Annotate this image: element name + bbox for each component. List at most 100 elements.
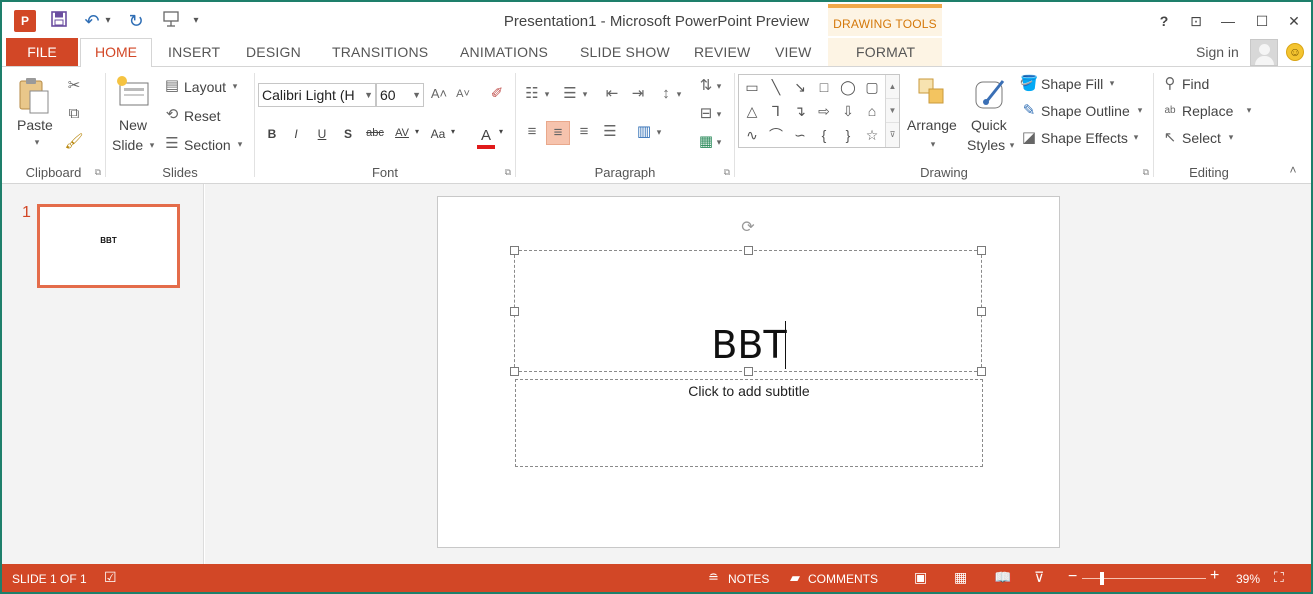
right-brace-shape-icon[interactable]: }: [837, 124, 859, 146]
rectangle-shape-icon[interactable]: □: [813, 76, 835, 98]
comments-button[interactable]: COMMENTS: [808, 572, 878, 586]
shape-outline-dropdown-icon[interactable]: ▾: [1135, 105, 1145, 116]
right-arrow-shape-icon[interactable]: ⇨: [813, 100, 835, 122]
reading-view-icon[interactable]: 📖: [994, 569, 1011, 586]
subtitle-placeholder[interactable]: Click to add subtitle: [515, 379, 983, 467]
text-box-shape-icon[interactable]: ▭: [741, 76, 763, 98]
tab-file[interactable]: FILE: [6, 38, 78, 66]
increase-indent-icon[interactable]: ⇥: [628, 85, 648, 105]
shape-effects-button[interactable]: Shape Effects: [1041, 130, 1128, 146]
bullets-icon[interactable]: ☷: [522, 85, 542, 105]
font-name-dropdown-icon[interactable]: ▼: [364, 84, 373, 106]
rounded-rectangle-shape-icon[interactable]: ▢: [861, 76, 883, 98]
star-shape-icon[interactable]: ☆: [861, 124, 883, 146]
gallery-scroll-down-icon[interactable]: ▼: [886, 99, 899, 123]
quick-styles-label-line2[interactable]: Styles: [967, 137, 1005, 153]
normal-view-icon[interactable]: ▣: [914, 569, 927, 586]
resize-handle[interactable]: [510, 367, 519, 376]
avatar[interactable]: [1250, 39, 1278, 66]
resize-handle[interactable]: [744, 246, 753, 255]
close-button[interactable]: ✕: [1282, 12, 1306, 30]
subtitle-placeholder-text[interactable]: Click to add subtitle: [516, 383, 982, 399]
new-slide-icon[interactable]: [116, 75, 150, 109]
slide-show-view-icon[interactable]: ⊽: [1034, 569, 1044, 586]
help-button[interactable]: ?: [1152, 12, 1176, 30]
columns-icon[interactable]: ▥: [634, 123, 654, 143]
numbering-dropdown-icon[interactable]: ▾: [580, 85, 590, 105]
clear-formatting-icon[interactable]: ✐: [487, 85, 507, 105]
minimize-button[interactable]: —: [1216, 12, 1240, 30]
slide-sorter-view-icon[interactable]: ▦: [954, 569, 967, 586]
paste-dropdown-icon[interactable]: ▾: [32, 137, 42, 148]
arrow-line-shape-icon[interactable]: ↘: [789, 76, 811, 98]
shape-fill-icon[interactable]: 🪣: [1019, 75, 1039, 95]
select-dropdown-icon[interactable]: ▾: [1226, 132, 1236, 143]
select-button[interactable]: Select: [1182, 130, 1221, 146]
strikethrough-button[interactable]: abc: [363, 127, 387, 139]
spell-check-icon[interactable]: ☑: [104, 569, 117, 586]
shape-outline-button[interactable]: Shape Outline: [1041, 103, 1130, 119]
font-name-combo[interactable]: Calibri Light (H ▼: [258, 83, 376, 107]
slide-thumbnail[interactable]: BBT: [37, 204, 180, 288]
font-color-button[interactable]: A: [477, 127, 495, 149]
new-slide-label-line1[interactable]: New: [119, 117, 147, 133]
shape-outline-icon[interactable]: ✎: [1019, 102, 1039, 122]
format-painter-icon[interactable]: 🖌: [64, 133, 84, 153]
layout-button[interactable]: Layout: [184, 79, 226, 95]
character-spacing-dropdown-icon[interactable]: ▾: [413, 127, 421, 136]
copy-icon[interactable]: ⧉: [64, 105, 84, 125]
new-slide-dropdown-icon[interactable]: ▾: [147, 140, 157, 151]
gallery-more-icon[interactable]: ⊽: [886, 123, 899, 147]
smartart-dropdown-icon[interactable]: ▾: [714, 133, 724, 153]
replace-dropdown-icon[interactable]: ▾: [1244, 105, 1254, 116]
zoom-slider-thumb[interactable]: [1100, 572, 1104, 585]
decrease-font-size-icon[interactable]: A˅: [453, 85, 473, 105]
scribble-shape-icon[interactable]: ∿: [741, 124, 763, 146]
tab-view[interactable]: VIEW: [775, 44, 812, 60]
feedback-smiley-icon[interactable]: ☺: [1286, 43, 1304, 61]
slide-title-text[interactable]: BBT: [515, 323, 983, 367]
resize-handle[interactable]: [977, 307, 986, 316]
italic-button[interactable]: I: [287, 127, 305, 141]
justify-icon[interactable]: ☰: [600, 123, 620, 143]
quick-styles-label-line1[interactable]: Quick: [971, 117, 1007, 133]
decrease-indent-icon[interactable]: ⇤: [602, 85, 622, 105]
resize-handle[interactable]: [977, 367, 986, 376]
layout-icon[interactable]: ▤: [162, 77, 182, 97]
tab-insert[interactable]: INSERT: [168, 44, 220, 60]
fit-slide-icon[interactable]: ⛶: [1274, 569, 1284, 586]
align-right-icon[interactable]: ≡: [574, 123, 594, 143]
tab-transitions[interactable]: TRANSITIONS: [332, 44, 428, 60]
resize-handle[interactable]: [510, 307, 519, 316]
font-launcher-icon[interactable]: ⧉: [505, 167, 511, 178]
slide-canvas[interactable]: ⟳ BBT Click to add subtitle: [437, 196, 1060, 548]
shapes-gallery-scroller[interactable]: ▲ ▼ ⊽: [885, 75, 899, 147]
change-case-dropdown-icon[interactable]: ▾: [449, 127, 457, 136]
arrange-dropdown-icon[interactable]: ▾: [928, 139, 938, 150]
collapse-ribbon-icon[interactable]: ˄: [1286, 163, 1300, 177]
zoom-out-icon[interactable]: −: [1068, 568, 1077, 586]
numbering-icon[interactable]: ☰: [560, 85, 580, 105]
tab-animations[interactable]: ANIMATIONS: [460, 44, 548, 60]
slide-count-indicator[interactable]: SLIDE 1 OF 1: [12, 572, 87, 586]
smartart-icon[interactable]: ▦: [696, 133, 716, 153]
section-dropdown-icon[interactable]: ▾: [235, 139, 245, 150]
replace-icon[interactable]: ab: [1160, 102, 1180, 122]
curve-shape-icon[interactable]: ∽: [789, 124, 811, 146]
layout-dropdown-icon[interactable]: ▾: [230, 81, 240, 92]
increase-font-size-icon[interactable]: A˄: [429, 85, 449, 105]
elbow-connector-shape-icon[interactable]: ⅂: [765, 100, 787, 122]
freeform-shape-icon[interactable]: ⌂: [861, 100, 883, 122]
align-text-icon[interactable]: ⊟: [696, 105, 716, 125]
line-spacing-dropdown-icon[interactable]: ▾: [674, 85, 684, 105]
paragraph-launcher-icon[interactable]: ⧉: [724, 167, 730, 178]
text-direction-dropdown-icon[interactable]: ▾: [714, 77, 724, 97]
zoom-in-icon[interactable]: +: [1210, 567, 1219, 585]
cut-icon[interactable]: ✂: [64, 77, 84, 97]
font-color-dropdown-icon[interactable]: ▾: [497, 127, 505, 136]
new-slide-label-line2[interactable]: Slide: [112, 137, 143, 153]
ribbon-display-options-button[interactable]: ⊡: [1184, 12, 1208, 30]
line-spacing-icon[interactable]: ↕: [656, 85, 676, 105]
elbow-arrow-shape-icon[interactable]: ↴: [789, 100, 811, 122]
find-icon[interactable]: ⚲: [1160, 75, 1180, 95]
